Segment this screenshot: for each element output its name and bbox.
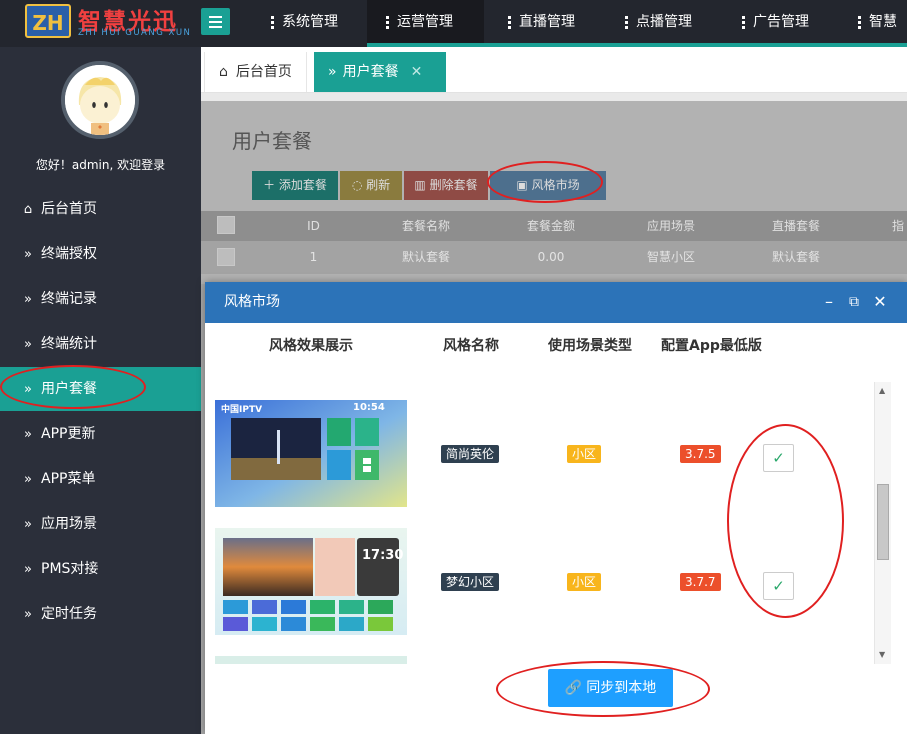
dots-icon bbox=[858, 14, 861, 31]
annotation-circle bbox=[727, 424, 844, 618]
scene-badge: 小区 bbox=[567, 573, 602, 591]
close-icon[interactable]: ✕ bbox=[872, 294, 888, 310]
double-chevron-icon: » bbox=[24, 517, 32, 532]
sidebar-item-home[interactable]: ⌂ 后台首页 bbox=[0, 187, 201, 231]
add-package-button[interactable]: ＋ 添加套餐 bbox=[252, 171, 338, 200]
col-package-name: 套餐名称 bbox=[401, 219, 450, 233]
sidebar-item-terminal-stats[interactable]: » 终端统计 bbox=[0, 322, 201, 366]
scroll-up-icon[interactable]: ▲ bbox=[879, 386, 885, 395]
nav-item-ads[interactable]: 广告管理 bbox=[736, 0, 815, 47]
col-live-package: 直播套餐 bbox=[771, 219, 820, 233]
double-chevron-icon: » bbox=[24, 472, 32, 487]
refresh-icon: ◌ bbox=[351, 178, 367, 192]
logo-name-en: ZHI HUI GUANG XUN bbox=[78, 28, 192, 38]
top-bar: ZH 智慧光迅 ZHI HUI GUANG XUN 系统管理 运营管理 直播管理… bbox=[0, 0, 907, 47]
sidebar-item-app-menu[interactable]: » APP菜单 bbox=[0, 457, 201, 501]
dialog-header: 风格市场 – ⧉ ✕ bbox=[205, 282, 907, 323]
col-id: ID bbox=[307, 219, 320, 233]
refresh-button[interactable]: ◌ 刷新 bbox=[340, 171, 402, 200]
thumb-clock: 10:54 bbox=[353, 402, 385, 413]
tab-bar: ⌂ 后台首页 » 用户套餐 ✕ bbox=[201, 47, 907, 93]
version-badge: 3.7.7 bbox=[680, 573, 721, 591]
nav-item-system[interactable]: 系统管理 bbox=[265, 0, 344, 47]
col-style-name: 风格名称 bbox=[443, 338, 499, 354]
thumb-brand-text: 中国IPTV bbox=[221, 405, 263, 415]
nav-item-smart[interactable]: 智慧 bbox=[852, 0, 903, 47]
version-badge: 3.7.5 bbox=[680, 445, 721, 463]
tab-home[interactable]: ⌂ 后台首页 bbox=[204, 52, 307, 92]
scrollbar-thumb[interactable] bbox=[877, 484, 889, 560]
col-scene: 应用场景 bbox=[646, 219, 695, 233]
nav-item-operations[interactable]: 运营管理 bbox=[367, 0, 484, 47]
sidebar-item-terminal-records[interactable]: » 终端记录 bbox=[0, 277, 201, 321]
home-icon: ⌂ bbox=[219, 64, 228, 80]
annotation-circle bbox=[496, 661, 710, 717]
select-all-checkbox[interactable] bbox=[217, 216, 235, 234]
style-thumbnail bbox=[215, 656, 407, 664]
minimize-icon[interactable]: – bbox=[821, 294, 837, 310]
welcome-text: 您好！admin, 欢迎登录 bbox=[35, 158, 166, 172]
close-icon[interactable]: ✕ bbox=[411, 64, 423, 80]
logo-mark: ZH bbox=[25, 4, 71, 38]
table-row[interactable]: 1 默认套餐 0.00 智慧小区 默认套餐 bbox=[201, 241, 907, 274]
double-chevron-icon: » bbox=[24, 427, 32, 442]
thumb-clock: 17:30 bbox=[362, 548, 404, 563]
trash-icon: ▥ bbox=[414, 178, 430, 192]
avatar-icon bbox=[65, 65, 135, 135]
scene-badge: 小区 bbox=[567, 445, 602, 463]
delete-package-button[interactable]: ▥ 删除套餐 bbox=[404, 171, 488, 200]
dots-icon bbox=[386, 14, 389, 31]
page-title: 用户套餐 bbox=[232, 129, 312, 153]
style-name-badge: 简尚英伦 bbox=[441, 445, 500, 463]
annotation-circle bbox=[0, 365, 146, 409]
vertical-scrollbar[interactable]: ▲ ▼ bbox=[874, 382, 891, 664]
double-chevron-icon: » bbox=[24, 247, 32, 262]
dots-icon bbox=[742, 14, 745, 31]
tab-user-packages[interactable]: » 用户套餐 ✕ bbox=[314, 52, 446, 92]
annotation-circle bbox=[487, 161, 603, 203]
col-min-app-version: 配置App最低版 bbox=[661, 338, 762, 354]
maximize-icon[interactable]: ⧉ bbox=[846, 294, 862, 310]
home-icon: ⌂ bbox=[23, 202, 33, 217]
style-thumbnail: 17:30 bbox=[215, 528, 407, 635]
style-thumbnail: 中国IPTV 10:54 bbox=[215, 400, 407, 507]
double-chevron-icon: » bbox=[24, 562, 32, 577]
scroll-down-icon[interactable]: ▼ bbox=[879, 650, 885, 659]
sidebar-item-app-update[interactable]: » APP更新 bbox=[0, 412, 201, 456]
dots-icon bbox=[508, 14, 511, 31]
sidebar-item-pms[interactable]: » PMS对接 bbox=[0, 547, 201, 591]
double-chevron-icon: » bbox=[328, 64, 337, 80]
col-scene-type: 使用场景类型 bbox=[548, 338, 632, 354]
theme-preview-image bbox=[215, 400, 407, 507]
row-checkbox[interactable] bbox=[217, 248, 235, 266]
nav-item-vod[interactable]: 点播管理 bbox=[619, 0, 698, 47]
dots-icon bbox=[271, 14, 274, 31]
menu-toggle-icon[interactable] bbox=[201, 8, 230, 35]
sidebar-item-scheduled-tasks[interactable]: » 定时任务 bbox=[0, 592, 201, 636]
double-chevron-icon: » bbox=[24, 607, 32, 622]
dialog-title: 风格市场 bbox=[224, 294, 280, 310]
plus-icon: ＋ bbox=[263, 178, 279, 192]
col-style-preview: 风格效果展示 bbox=[269, 338, 353, 354]
col-more: 指 bbox=[891, 219, 904, 233]
sidebar-item-app-scenes[interactable]: » 应用场景 bbox=[0, 502, 201, 546]
double-chevron-icon: » bbox=[24, 337, 32, 352]
sidebar-item-terminal-auth[interactable]: » 终端授权 bbox=[0, 232, 201, 276]
table-header: ID 套餐名称 套餐金额 应用场景 直播套餐 指 bbox=[201, 211, 907, 241]
logo: ZH 智慧光迅 ZHI HUI GUANG XUN bbox=[22, 0, 200, 46]
double-chevron-icon: » bbox=[24, 292, 32, 307]
style-name-badge: 梦幻小区 bbox=[441, 573, 500, 591]
dots-icon bbox=[625, 14, 628, 31]
avatar[interactable] bbox=[61, 61, 139, 139]
nav-item-live[interactable]: 直播管理 bbox=[502, 0, 581, 47]
theme-preview-image bbox=[215, 528, 407, 635]
col-package-amount: 套餐金额 bbox=[526, 219, 575, 233]
